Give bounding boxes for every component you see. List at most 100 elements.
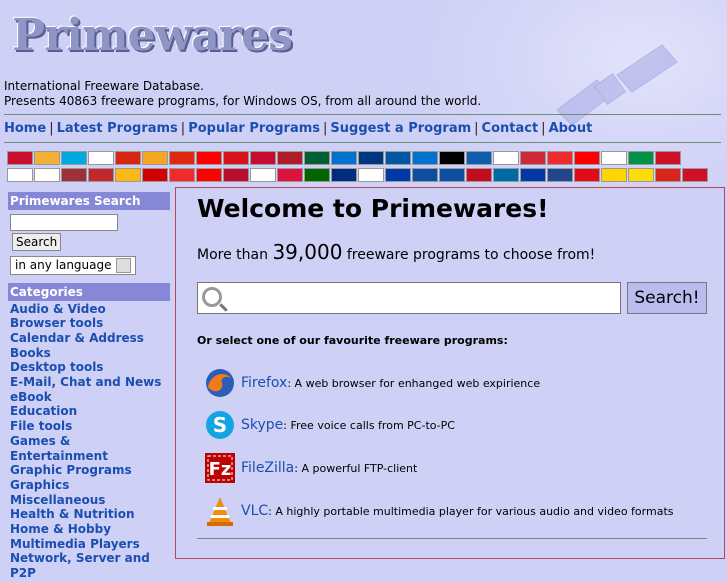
language-flag[interactable] [412, 168, 438, 182]
language-flag[interactable] [358, 151, 384, 165]
language-flag[interactable] [520, 151, 546, 165]
language-flag[interactable] [547, 168, 573, 182]
sidebar-search-input[interactable] [10, 214, 118, 231]
category-link[interactable]: Calendar & Address Books [10, 331, 168, 360]
language-flag[interactable] [439, 168, 465, 182]
favourite-filezilla: Fz FileZilla: A powerful FTP-client [204, 451, 417, 485]
favourite-desc: : A web browser for enhanged web expirie… [287, 376, 541, 390]
language-flag[interactable] [628, 168, 654, 182]
favourite-name[interactable]: Skype [241, 417, 283, 433]
language-flag[interactable] [466, 151, 492, 165]
main-content: Welcome to Primewares! More than 39,000 … [175, 187, 725, 559]
category-link[interactable]: E-Mail, Chat and News [10, 375, 168, 390]
language-flag[interactable] [304, 151, 330, 165]
site-logo[interactable]: Primewares [12, 8, 293, 64]
language-flag[interactable] [628, 151, 654, 165]
language-flag[interactable] [88, 168, 114, 182]
language-flag[interactable] [7, 168, 33, 182]
category-link[interactable]: Browser tools [10, 316, 168, 331]
skype-icon[interactable]: S [204, 409, 236, 441]
language-flag[interactable] [385, 151, 411, 165]
favourite-skype: S Skype: Free voice calls from PC-to-PC [204, 408, 455, 442]
favourite-name[interactable]: FileZilla [241, 460, 294, 476]
category-link[interactable]: Audio & Video [10, 302, 168, 317]
language-flag[interactable] [142, 151, 168, 165]
language-flag[interactable] [493, 168, 519, 182]
program-count: 39,000 [272, 240, 343, 264]
nav-contact[interactable]: Contact [482, 121, 539, 136]
language-flag[interactable] [331, 168, 357, 182]
language-flag[interactable] [682, 168, 708, 182]
nav-popular-programs[interactable]: Popular Programs [188, 121, 320, 136]
sidebar-search-button[interactable]: Search [12, 232, 62, 251]
search-panel: Primewares Search Search in any language [8, 192, 170, 277]
language-flag[interactable] [574, 168, 600, 182]
language-flag[interactable] [223, 168, 249, 182]
language-flag[interactable] [196, 151, 222, 165]
language-flag[interactable] [169, 168, 195, 182]
language-flag[interactable] [7, 151, 33, 165]
category-link[interactable]: Health & Nutrition [10, 507, 168, 522]
categories-panel: Categories Audio & Video Browser tools Cal… [8, 282, 170, 582]
language-flag[interactable] [61, 168, 87, 182]
vlc-icon[interactable] [204, 495, 236, 527]
language-flag[interactable] [385, 168, 411, 182]
language-flag[interactable] [34, 168, 60, 182]
favourite-name[interactable]: Firefox [241, 375, 287, 391]
language-flag[interactable] [250, 168, 276, 182]
language-flag[interactable] [655, 168, 681, 182]
category-link[interactable]: Graphic Programs [10, 463, 168, 478]
divider [4, 114, 721, 115]
language-flag[interactable] [169, 151, 195, 165]
language-flag[interactable] [34, 151, 60, 165]
language-flag[interactable] [520, 168, 546, 182]
language-flag[interactable] [601, 168, 627, 182]
language-flag[interactable] [196, 168, 222, 182]
nav-about[interactable]: About [549, 121, 593, 136]
nav-latest-programs[interactable]: Latest Programs [57, 121, 178, 136]
favourite-name[interactable]: VLC [241, 503, 268, 519]
language-flag[interactable] [574, 151, 600, 165]
language-flag[interactable] [115, 151, 141, 165]
language-flag[interactable] [466, 168, 492, 182]
language-flag[interactable] [277, 168, 303, 182]
program-count-text: More than 39,000 freeware programs to ch… [197, 240, 596, 264]
language-flag[interactable] [115, 168, 141, 182]
intro-line-1: International Freeware Database. [4, 79, 204, 93]
language-flag[interactable] [331, 151, 357, 165]
language-flag[interactable] [439, 151, 465, 165]
category-link[interactable]: Multimedia Players [10, 537, 168, 552]
language-flag[interactable] [358, 168, 384, 182]
language-flag[interactable] [61, 151, 87, 165]
language-flag[interactable] [88, 151, 114, 165]
category-link[interactable]: Education [10, 404, 168, 419]
language-flag[interactable] [655, 151, 681, 165]
filezilla-icon[interactable]: Fz [204, 452, 236, 484]
language-select[interactable]: in any language [10, 255, 136, 275]
language-flag[interactable] [223, 151, 249, 165]
language-flag[interactable] [304, 168, 330, 182]
category-link[interactable]: Games & Entertainment [10, 434, 168, 463]
firefox-icon[interactable] [204, 367, 236, 399]
language-flag[interactable] [277, 151, 303, 165]
language-flag[interactable] [493, 151, 519, 165]
language-flag[interactable] [547, 151, 573, 165]
main-search-input[interactable] [197, 282, 621, 314]
favourites-intro: Or select one of our favourite freeware … [197, 334, 508, 347]
category-link[interactable]: Home & Hobby [10, 522, 168, 537]
language-flag[interactable] [142, 168, 168, 182]
category-link[interactable]: Graphics Miscellaneous [10, 478, 168, 507]
main-nav: Home | Latest Programs | Popular Programs | Su… [4, 121, 593, 136]
language-flag[interactable] [601, 151, 627, 165]
language-flag[interactable] [250, 151, 276, 165]
language-flag[interactable] [412, 151, 438, 165]
sidebar: Primewares Search Search in any language… [8, 192, 170, 582]
category-link[interactable]: Network, Server and P2P [10, 551, 168, 580]
category-link[interactable]: File tools [10, 419, 168, 434]
main-search-button[interactable]: Search! [627, 282, 707, 314]
nav-suggest-program[interactable]: Suggest a Program [330, 121, 471, 136]
category-link[interactable]: Desktop tools [10, 360, 168, 375]
category-link[interactable]: eBook [10, 390, 168, 405]
welcome-heading: Welcome to Primewares! [197, 194, 549, 223]
nav-home[interactable]: Home [4, 121, 46, 136]
